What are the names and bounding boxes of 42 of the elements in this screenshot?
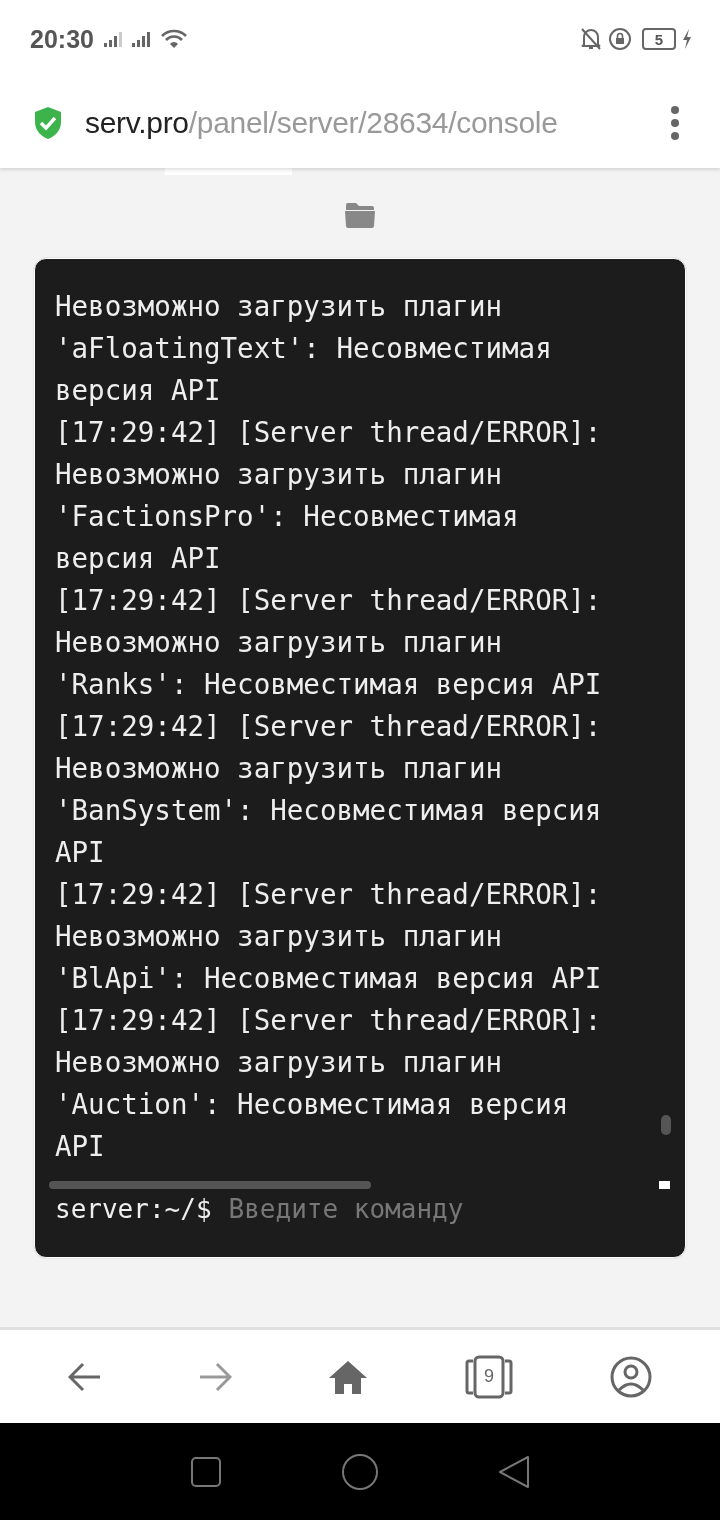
back-triangle-icon[interactable] bbox=[498, 1454, 531, 1489]
console-line: Невозможно загрузить плагин bbox=[55, 1045, 503, 1080]
secure-shield-icon bbox=[33, 106, 63, 140]
console-line: 'aFloatingText': Несовместимая bbox=[55, 331, 552, 366]
wifi-icon bbox=[159, 28, 188, 50]
console-line: 'Ranks': Несовместимая версия API bbox=[55, 667, 602, 702]
rotation-lock-icon bbox=[608, 27, 632, 51]
console-line: Невозможно загрузить плагин bbox=[55, 751, 503, 786]
more-menu-icon[interactable] bbox=[670, 106, 680, 140]
account-icon[interactable] bbox=[610, 1355, 652, 1398]
console-line: [17:29:42] [Server thread/ERROR]: bbox=[55, 583, 602, 618]
console-line: [17:29:42] [Server thread/ERROR]: bbox=[55, 1003, 602, 1038]
bell-off-icon bbox=[580, 27, 602, 51]
console-line: Невозможно загрузить плагин bbox=[55, 919, 503, 954]
console-line: 'Auction': Несовместимая версия bbox=[55, 1087, 569, 1122]
forward-icon[interactable] bbox=[198, 1361, 232, 1392]
console-line: 'BlApi': Несовместимая версия API bbox=[55, 961, 602, 996]
console-line: версия API bbox=[55, 541, 221, 576]
console-line: API bbox=[55, 1129, 105, 1164]
home-icon[interactable] bbox=[328, 1359, 368, 1394]
console-line: [17:29:42] [Server thread/ERROR]: bbox=[55, 877, 602, 912]
console-line: Невозможно загрузить плагин bbox=[55, 457, 503, 492]
console-line: Невозможно загрузить плагин bbox=[55, 289, 503, 324]
charging-icon bbox=[682, 29, 692, 49]
console-line: Невозможно загрузить плагин bbox=[55, 625, 503, 660]
prompt-text: server:~/$ bbox=[55, 1194, 212, 1224]
console-line: [17:29:42] [Server thread/ERROR]: bbox=[55, 709, 602, 744]
battery-icon: 5 bbox=[642, 28, 676, 50]
scrollbar[interactable] bbox=[661, 1115, 671, 1135]
console-line: 'FactionsPro': Несовместимая bbox=[55, 499, 519, 534]
command-input[interactable]: Введите команду bbox=[228, 1194, 665, 1224]
home-circle-icon[interactable] bbox=[341, 1452, 379, 1491]
status-time: 20:30 bbox=[30, 24, 94, 54]
scrollbar[interactable] bbox=[49, 1181, 371, 1189]
cursor-mark bbox=[659, 1181, 670, 1189]
console-line: [17:29:42] [Server thread/ERROR]: bbox=[55, 415, 602, 450]
console-line: версия API bbox=[55, 373, 221, 408]
recent-apps-icon[interactable] bbox=[189, 1455, 222, 1488]
console-line: 'BanSystem': Несовместимая версия bbox=[55, 793, 602, 828]
folder-icon[interactable] bbox=[345, 202, 375, 228]
back-icon[interactable] bbox=[68, 1361, 102, 1392]
console-line: API bbox=[55, 835, 105, 870]
